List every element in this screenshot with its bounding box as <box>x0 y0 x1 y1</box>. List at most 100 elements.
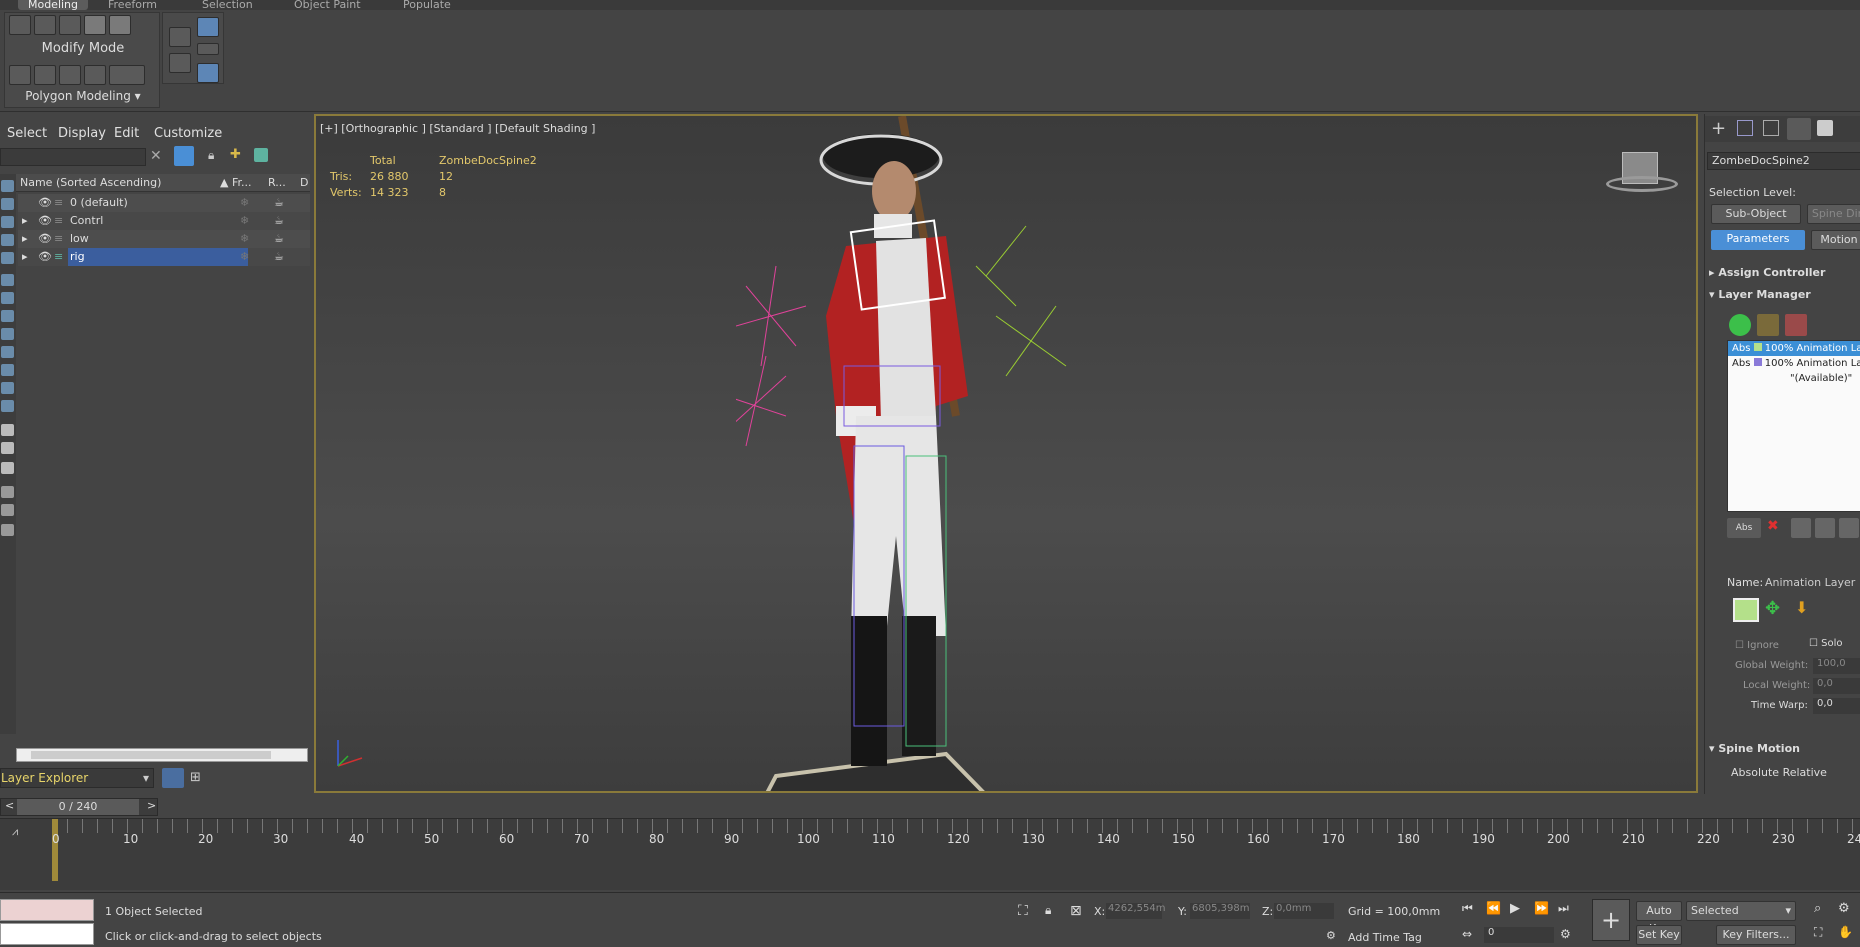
pin-stack-icon[interactable] <box>197 63 219 83</box>
lock-icon[interactable]: 🔒︎ <box>208 148 214 163</box>
element-icon[interactable] <box>109 15 131 35</box>
column-d[interactable]: D <box>300 174 308 192</box>
track-bar[interactable]: ⩘ <box>0 818 1860 890</box>
new-layer-abs-icon[interactable]: Abs <box>1727 518 1761 538</box>
layers-icon[interactable] <box>254 148 268 162</box>
move-layer-icon[interactable]: ✥ <box>1765 598 1789 622</box>
layer-color-icon[interactable] <box>1733 598 1759 622</box>
tab-selection[interactable]: Selection <box>202 0 253 10</box>
menu-display[interactable]: Display <box>58 126 106 141</box>
animation-layer-list[interactable]: Abs 100% Animation Laye Abs 100% Animati… <box>1727 340 1860 512</box>
search-input[interactable] <box>0 148 146 166</box>
absolute-relative-label[interactable]: Absolute Relative <box>1731 766 1827 779</box>
prev-key-icon[interactable]: ⏪ <box>1486 901 1501 915</box>
current-frame-field[interactable]: 0 <box>1484 927 1554 943</box>
pin-icon[interactable] <box>197 17 219 37</box>
tool-icon-8[interactable] <box>197 43 219 55</box>
absolute-mode-icon[interactable]: ⊠ <box>1070 903 1082 919</box>
layer-list-item-2[interactable]: Abs 100% Animation Laye <box>1728 356 1860 371</box>
selected-dropdown[interactable]: Selected ▾ <box>1686 901 1796 921</box>
tab-populate[interactable]: Populate <box>403 0 451 10</box>
group-icon[interactable] <box>1 310 14 322</box>
create-tab-icon[interactable]: + <box>1711 118 1726 139</box>
column-render[interactable]: R... <box>268 174 286 192</box>
layer-manager-rollout[interactable]: ▾ Layer Manager <box>1709 288 1811 301</box>
parameters-button[interactable]: Parameters <box>1711 230 1805 250</box>
explorer-footer-dropdown[interactable]: Layer Explorer ▾ <box>0 768 154 788</box>
layer-row-contrl[interactable]: ▸ 👁︎ ≡ Contrl ❄ ☕︎ <box>18 212 310 230</box>
spine-motion-rollout[interactable]: ▾ Spine Motion <box>1709 742 1800 755</box>
next-key-icon[interactable]: ⏩ <box>1534 901 1549 915</box>
polygon-modeling-dropdown[interactable]: Polygon Modeling ▾ <box>5 89 161 103</box>
camera-icon[interactable] <box>1 252 14 264</box>
assign-controller-rollout[interactable]: ▸ Assign Controller <box>1709 266 1825 279</box>
key-filters-button[interactable]: Key Filters... <box>1716 925 1796 945</box>
z-field[interactable]: 0,0mm <box>1274 903 1334 919</box>
layer-list-item-1[interactable]: Abs 100% Animation Laye <box>1728 341 1860 356</box>
bake-layer-icon[interactable]: ⬇ <box>1795 598 1819 622</box>
expand-icon[interactable]: ▸ <box>22 230 28 248</box>
render-teapot-icon[interactable]: ☕︎ <box>274 212 284 230</box>
key-mode-icon[interactable]: ⇔ <box>1462 927 1472 941</box>
border-icon[interactable] <box>59 15 81 35</box>
next-frame-icon[interactable]: > <box>147 799 156 812</box>
freeze-icon[interactable]: ❄ <box>240 212 249 230</box>
current-frame-marker[interactable] <box>52 819 58 881</box>
render-teapot-icon[interactable]: ☕︎ <box>274 194 284 212</box>
freeze-icon[interactable]: ❄ <box>240 248 249 266</box>
tool-icon-2[interactable] <box>34 65 56 85</box>
list-icon[interactable] <box>1 424 14 436</box>
sub-object-button[interactable]: Sub-Object <box>1711 204 1801 224</box>
curve-editor-icon[interactable]: ⩘ <box>12 825 18 839</box>
tool-icon-4[interactable] <box>84 65 106 85</box>
tool-icon-6[interactable] <box>169 27 191 47</box>
tool-icon-1[interactable] <box>9 65 31 85</box>
horizontal-scrollbar[interactable] <box>16 748 308 762</box>
list-icon-2[interactable] <box>1 442 14 454</box>
y-field[interactable]: 6805,398m <box>1190 903 1250 919</box>
zoom-icon[interactable]: ⌕ <box>1814 901 1821 916</box>
modify-tab-icon[interactable] <box>1737 120 1753 136</box>
helper-icon[interactable] <box>1 274 14 286</box>
motion-tab-icon[interactable] <box>1787 118 1811 140</box>
scene-explorer-icon[interactable]: ⊞ <box>190 770 201 785</box>
global-weight-field[interactable]: 100,0 <box>1813 658 1860 674</box>
motion-button[interactable]: Motion <box>1811 230 1860 250</box>
edge-icon[interactable] <box>34 15 56 35</box>
xref-icon[interactable] <box>1 328 14 340</box>
filter-toggle-icon[interactable] <box>174 146 194 166</box>
light-icon[interactable] <box>1 234 14 246</box>
spacewarp-icon[interactable] <box>1 292 14 304</box>
hierarchy-tab-icon[interactable] <box>1763 120 1779 136</box>
tool-icon-7[interactable] <box>169 53 191 73</box>
set-key-button[interactable]: Set Key <box>1636 925 1682 945</box>
freeze-icon[interactable]: ❄ <box>240 230 249 248</box>
freeze-icon[interactable]: ❄ <box>240 194 249 212</box>
tab-modeling[interactable]: Modeling <box>18 0 88 10</box>
tool-icon-5[interactable] <box>109 65 145 85</box>
tree-icon[interactable] <box>1757 314 1779 336</box>
menu-customize[interactable]: Customize <box>154 126 222 141</box>
time-slider[interactable]: < 0 / 240 > <box>0 798 158 816</box>
time-tag-icon[interactable]: ⚙ <box>1326 929 1336 942</box>
layer-row-default[interactable]: 👁︎ ≡ 0 (default) ❄ ☕︎ <box>18 194 310 212</box>
visibility-eye-icon[interactable]: 👁︎ <box>38 248 52 266</box>
go-to-end-icon[interactable]: ⏭ <box>1558 901 1569 916</box>
prev-frame-icon[interactable]: < <box>5 799 14 812</box>
maxscript-output[interactable] <box>0 923 94 945</box>
frozen-icon[interactable] <box>1 382 14 394</box>
layer-name-value[interactable]: Animation Layer <box>1765 576 1855 589</box>
play-icon[interactable]: ▶ <box>1510 901 1520 916</box>
time-thumb[interactable]: 0 / 240 <box>17 799 139 815</box>
scroll-thumb[interactable] <box>31 751 271 759</box>
clear-icon[interactable]: ✕ <box>150 148 162 164</box>
isolate-icon[interactable]: ⛶ <box>1018 903 1028 919</box>
tool-icon-3[interactable] <box>59 65 81 85</box>
collapse-layer-icon[interactable] <box>1839 518 1859 538</box>
expand-icon[interactable]: ▸ <box>22 248 28 266</box>
copy-layer-icon[interactable] <box>1791 518 1811 538</box>
paste-layer-icon[interactable] <box>1815 518 1835 538</box>
vertex-icon[interactable] <box>9 15 31 35</box>
local-weight-field[interactable]: 0,0 <box>1813 678 1860 694</box>
pan-icon[interactable]: ✋ <box>1838 925 1853 939</box>
